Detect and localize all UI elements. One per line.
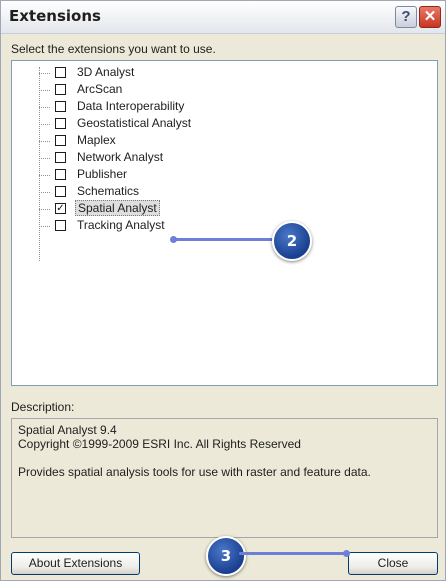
instruction-text: Select the extensions you want to use. (11, 42, 216, 56)
callout-badge-2: 2 (272, 221, 312, 261)
list-item[interactable]: 3D Analyst (12, 64, 312, 82)
checkbox[interactable] (55, 220, 66, 231)
extension-label: Publisher (77, 167, 128, 181)
extensions-dialog: Extensions ? ✕ Select the extensions you… (0, 0, 446, 581)
extension-label: ArcScan (77, 82, 123, 96)
dialog-title: Extensions (9, 7, 101, 25)
checkbox[interactable] (55, 152, 66, 163)
description-label: Description: (11, 400, 75, 414)
checkbox-checked[interactable]: ✓ (55, 203, 66, 214)
list-item[interactable]: ✓ Spatial Analyst (12, 200, 312, 218)
callout-pointer-dot (343, 550, 350, 557)
extension-label: Geostatistical Analyst (77, 116, 192, 130)
description-box: Spatial Analyst 9.4 Copyright ©1999-2009… (11, 418, 438, 538)
checkbox[interactable] (55, 67, 66, 78)
checkbox[interactable] (55, 135, 66, 146)
checkbox[interactable] (55, 186, 66, 197)
help-button[interactable]: ? (395, 6, 417, 28)
extension-label: Network Analyst (77, 150, 164, 164)
list-item[interactable]: Network Analyst (12, 149, 312, 167)
checkbox[interactable] (55, 169, 66, 180)
description-text: Provides spatial analysis tools for use … (18, 465, 371, 479)
description-copyright: Copyright ©1999-2009 ESRI Inc. All Right… (18, 437, 301, 451)
list-item[interactable]: Tracking Analyst (12, 217, 312, 235)
close-window-button[interactable]: ✕ (419, 6, 441, 28)
extension-label: Schematics (77, 184, 140, 198)
title-bar: Extensions ? ✕ (1, 1, 445, 34)
extension-label: Data Interoperability (77, 99, 185, 113)
checkbox[interactable] (55, 101, 66, 112)
list-item[interactable]: Data Interoperability (12, 98, 312, 116)
extension-label: Tracking Analyst (77, 218, 165, 232)
extension-label: Spatial Analyst (75, 200, 160, 216)
about-extensions-button[interactable]: About Extensions (11, 552, 140, 575)
extension-label: Maplex (77, 133, 116, 147)
list-item[interactable]: Schematics (12, 183, 312, 201)
callout-badge-3: 3 (206, 536, 246, 576)
callout-connector (239, 552, 347, 555)
checkbox[interactable] (55, 84, 66, 95)
extension-label: 3D Analyst (77, 65, 135, 79)
description-title: Spatial Analyst 9.4 (18, 423, 117, 437)
list-item[interactable]: Publisher (12, 166, 312, 184)
close-button[interactable]: Close (348, 552, 438, 575)
checkbox[interactable] (55, 118, 66, 129)
extensions-list[interactable]: 3D Analyst ArcScan Data Interoperability… (11, 60, 438, 386)
list-item[interactable]: Maplex (12, 132, 312, 150)
list-item[interactable]: ArcScan (12, 81, 312, 99)
list-item[interactable]: Geostatistical Analyst (12, 115, 312, 133)
